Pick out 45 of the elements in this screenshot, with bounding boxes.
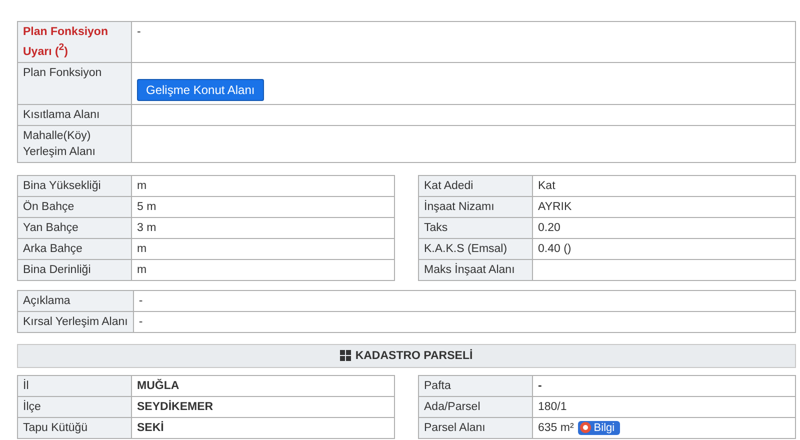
table-cell: 0.40 () [532, 238, 796, 260]
table-cell: m [132, 175, 394, 196]
table-cell: Kısıtlama Alanı [18, 104, 132, 126]
table-cell: 3 m [132, 217, 394, 238]
table-cell: Taks [418, 217, 532, 238]
table-cell: K.A.K.S (Emsal) [418, 238, 532, 260]
table-cell: Tapu Kütüğü [18, 417, 132, 438]
table-cell: Arka Bahçe [18, 238, 132, 260]
table-cell: MUĞLA [132, 375, 394, 396]
table-cell: Bina Derinliği [18, 259, 132, 280]
plan-function-button[interactable]: Gelişme Konut Alanı [137, 78, 264, 101]
table-cell: 0.20 [532, 217, 796, 238]
table-cell: İl [18, 375, 132, 396]
table-cell: Pafta [418, 375, 532, 396]
grid-icon [340, 350, 352, 362]
table-cell: Plan Fonksiyon Uyarı ($^{2}$) [18, 22, 132, 62]
table-cell: Kat Adedi [418, 175, 532, 196]
info-icon [580, 422, 591, 434]
table-cell: Maks İnşaat Alanı [418, 259, 532, 280]
info-button[interactable]: Bilgi [578, 420, 620, 435]
table-cell: AYRIK [532, 196, 796, 218]
table-cell: Bina Yüksekliği [18, 175, 132, 196]
table-cell: Mahalle(Köy) Yerleşim Alanı [18, 125, 132, 162]
table-cell: Ada/Parsel [418, 396, 532, 418]
table-cell: İnşaat Nizamı [418, 196, 532, 218]
table-cell: 180/1 [532, 396, 796, 418]
table-cell: - [133, 290, 796, 312]
table-cell: Plan Fonksiyon [18, 62, 132, 104]
table-cell: - [532, 375, 796, 396]
table-cell: Kat [532, 175, 796, 196]
table-cell: Kırsal Yerleşim Alanı [18, 311, 134, 332]
table-cell: Parsel Alanı [418, 417, 532, 438]
table-cell: Ön Bahçe [18, 196, 132, 218]
table-cell: SEKİ [132, 417, 394, 438]
table-cell: İlçe [18, 396, 132, 418]
table-cell: Yan Bahçe [18, 217, 132, 238]
table-cell: m [132, 238, 394, 260]
table-cell: Açıklama [18, 290, 134, 312]
section-title: KADASTRO PARSELİ [355, 350, 473, 362]
table-cell: - [132, 22, 796, 62]
table-cell: m [132, 259, 394, 280]
area-value: 635 m² [538, 422, 574, 434]
table-cell: 5 m [132, 196, 394, 218]
table-cell: - [133, 311, 796, 332]
table-cell: SEYDİKEMER [132, 396, 394, 418]
